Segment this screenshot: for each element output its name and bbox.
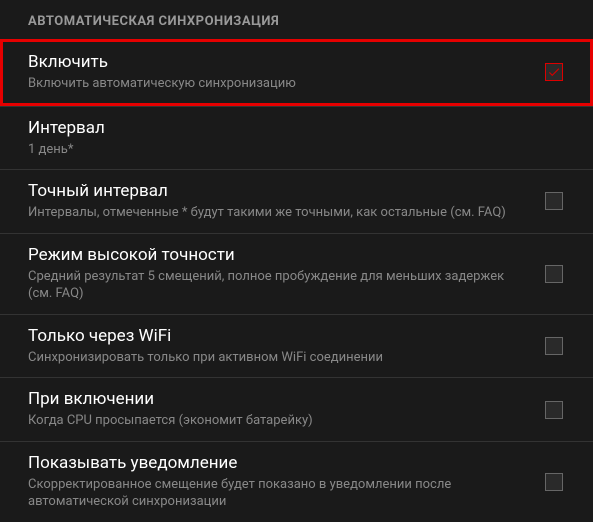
setting-row-0[interactable]: Включить Включить автоматическую синхрони… xyxy=(0,39,593,106)
check-icon xyxy=(547,65,561,79)
setting-text: Показывать уведомление Скорректированное … xyxy=(28,453,545,511)
checkbox[interactable] xyxy=(545,401,563,419)
setting-row-3[interactable]: Режим высокой точности Средний результат … xyxy=(0,233,593,314)
setting-title: При включении xyxy=(28,389,529,409)
setting-row-1[interactable]: Интервал 1 день* xyxy=(0,106,593,170)
setting-subtitle: 1 день* xyxy=(28,141,529,159)
setting-text: Только через WiFi Синхронизировать только… xyxy=(28,326,545,367)
settings-list: Включить Включить автоматическую синхрони… xyxy=(0,39,593,522)
setting-row-2[interactable]: Точный интервал Интервалы, отмеченные * б… xyxy=(0,169,593,233)
setting-text: Режим высокой точности Средний результат … xyxy=(28,245,545,303)
setting-title: Точный интервал xyxy=(28,181,529,201)
setting-subtitle: Когда CPU просыпается (экономит батарейк… xyxy=(28,412,529,430)
setting-subtitle: Включить автоматическую синхронизацию xyxy=(28,75,529,93)
setting-text: Интервал 1 день* xyxy=(28,118,545,159)
checkbox[interactable] xyxy=(545,63,563,81)
checkbox[interactable] xyxy=(545,192,563,210)
setting-title: Интервал xyxy=(28,118,529,138)
setting-subtitle: Синхронизировать только при активном WiF… xyxy=(28,349,529,367)
setting-subtitle: Интервалы, отмеченные * будут такими же … xyxy=(28,204,529,222)
setting-row-6[interactable]: Показывать уведомление Скорректированное … xyxy=(0,441,593,522)
setting-subtitle: Средний результат 5 смещений, полное про… xyxy=(28,268,529,303)
setting-row-5[interactable]: При включении Когда CPU просыпается (экон… xyxy=(0,377,593,441)
checkbox[interactable] xyxy=(545,473,563,491)
setting-text: Точный интервал Интервалы, отмеченные * б… xyxy=(28,181,545,222)
section-header: АВТОМАТИЧЕСКАЯ СИНХРОНИЗАЦИЯ xyxy=(0,0,593,39)
setting-title: Только через WiFi xyxy=(28,326,529,346)
setting-text: Включить Включить автоматическую синхрони… xyxy=(28,52,545,93)
settings-container: АВТОМАТИЧЕСКАЯ СИНХРОНИЗАЦИЯ ВключитьВкл… xyxy=(0,0,593,522)
setting-title: Режим высокой точности xyxy=(28,245,529,265)
setting-title: Включить xyxy=(28,52,529,72)
setting-row-4[interactable]: Только через WiFi Синхронизировать только… xyxy=(0,314,593,378)
checkbox[interactable] xyxy=(545,265,563,283)
setting-subtitle: Скорректированное смещение будет показан… xyxy=(28,476,529,511)
setting-title: Показывать уведомление xyxy=(28,453,529,473)
setting-text: При включении Когда CPU просыпается (экон… xyxy=(28,389,545,430)
checkbox[interactable] xyxy=(545,337,563,355)
